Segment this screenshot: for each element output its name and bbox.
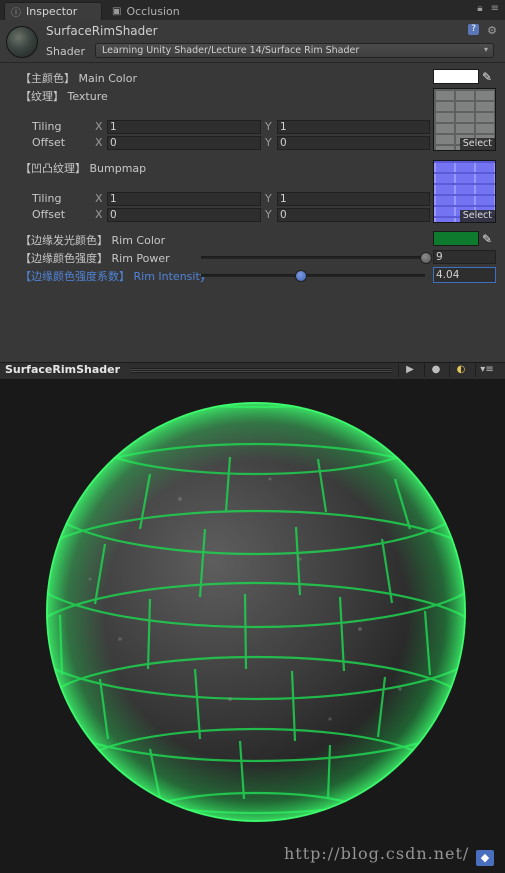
bumpmap-tiling-x-field[interactable]: 1 (107, 192, 261, 206)
tab-occlusion[interactable]: ▣ Occlusion (106, 2, 206, 20)
shader-dropdown[interactable]: Learning Unity Shader/Lecture 14/Surface… (95, 43, 494, 58)
rim-intensity-slider-handle[interactable] (294, 270, 307, 282)
rim-power-label: 【边缘颜色强度】 Rim Power (20, 252, 170, 265)
bumpmap-tiling-label: Tiling (32, 192, 62, 205)
shader-value: Learning Unity Shader/Lecture 14/Surface… (102, 45, 360, 56)
shader-label: Shader (46, 45, 85, 58)
material-preview[interactable] (0, 379, 505, 873)
axis-x-label: X (95, 120, 103, 133)
axis-x-label: X (95, 192, 103, 205)
lock-icon[interactable]: 🔒︎ (477, 3, 482, 14)
bumpmap-offset-x-field[interactable]: 0 (107, 208, 261, 222)
bumpmap-label: 【凹凸纹理】 Bumpmap (20, 162, 147, 175)
eyedropper-icon[interactable]: ✎ (482, 70, 494, 84)
main-color-label: 【主颜色】 Main Color (20, 72, 137, 85)
preview-title: SurfaceRimShader (5, 363, 121, 376)
tab-label: Occlusion (126, 4, 180, 18)
texture-offset-label: Offset (32, 136, 66, 149)
lights-icon[interactable]: ◐ (449, 363, 472, 377)
preview-resize-grip[interactable] (130, 368, 392, 373)
texture-tiling-label: Tiling (32, 120, 62, 133)
texture-tiling-x-field[interactable]: 1 (107, 120, 261, 134)
texture-label: 【纹理】 Texture (20, 90, 108, 103)
axis-x-label: X (95, 208, 103, 221)
rim-power-slider[interactable] (201, 256, 425, 259)
texture-thumbnail[interactable]: Select (433, 88, 496, 151)
rim-color-label: 【边缘发光颜色】 Rim Color (20, 234, 166, 247)
sphere-mesh-icon[interactable]: ● (424, 363, 447, 377)
watermark: http://blog.csdn.net/ (284, 844, 470, 863)
chevron-down-icon: ▾ (483, 45, 488, 54)
axis-y-label: Y (265, 192, 272, 205)
info-icon: ⓘ (11, 8, 21, 19)
menu-icon[interactable]: ≡ (491, 3, 499, 14)
axis-x-label: X (95, 136, 103, 149)
rim-color-swatch[interactable] (433, 231, 479, 246)
rim-intensity-slider[interactable] (201, 274, 425, 277)
axis-y-label: Y (265, 120, 272, 133)
main-color-swatch[interactable] (433, 69, 479, 84)
texture-offset-y-field[interactable]: 0 (277, 136, 430, 150)
rim-intensity-field[interactable]: 4.04 (433, 267, 496, 283)
tab-bar: ⓘ Inspector ▣ Occlusion 🔒︎ ≡ (0, 0, 505, 21)
rim-power-slider-handle[interactable] (420, 252, 432, 264)
tab-inspector[interactable]: ⓘ Inspector (4, 2, 102, 20)
eyedropper-icon[interactable]: ✎ (482, 232, 494, 246)
rim-power-field[interactable]: 9 (433, 250, 496, 264)
bumpmap-offset-label: Offset (32, 208, 66, 221)
axis-y-label: Y (265, 136, 272, 149)
asset-label-icon[interactable]: ◆ (476, 850, 494, 866)
window-icon: ▣ (112, 5, 122, 17)
texture-select-button[interactable]: Select (459, 138, 495, 150)
bumpmap-tiling-y-field[interactable]: 1 (277, 192, 430, 206)
help-icon[interactable]: ? (468, 24, 480, 35)
material-name: SurfaceRimShader (46, 24, 158, 38)
play-icon[interactable]: ▶ (398, 363, 421, 377)
preview-menu-icon[interactable]: ▾≡ (475, 363, 498, 377)
texture-tiling-y-field[interactable]: 1 (277, 120, 430, 134)
axis-y-label: Y (265, 208, 272, 221)
bumpmap-select-button[interactable]: Select (459, 210, 495, 222)
texture-offset-x-field[interactable]: 0 (107, 136, 261, 150)
gear-icon[interactable]: ⚙ (487, 24, 497, 37)
material-thumbnail-icon (6, 26, 38, 58)
bumpmap-offset-y-field[interactable]: 0 (277, 208, 430, 222)
tab-label: Inspector (26, 5, 78, 18)
bumpmap-thumbnail[interactable]: Select (433, 160, 496, 223)
rim-intensity-label: 【边缘颜色强度系数】 Rim Intensity (20, 270, 207, 283)
preview-sphere (46, 402, 466, 822)
